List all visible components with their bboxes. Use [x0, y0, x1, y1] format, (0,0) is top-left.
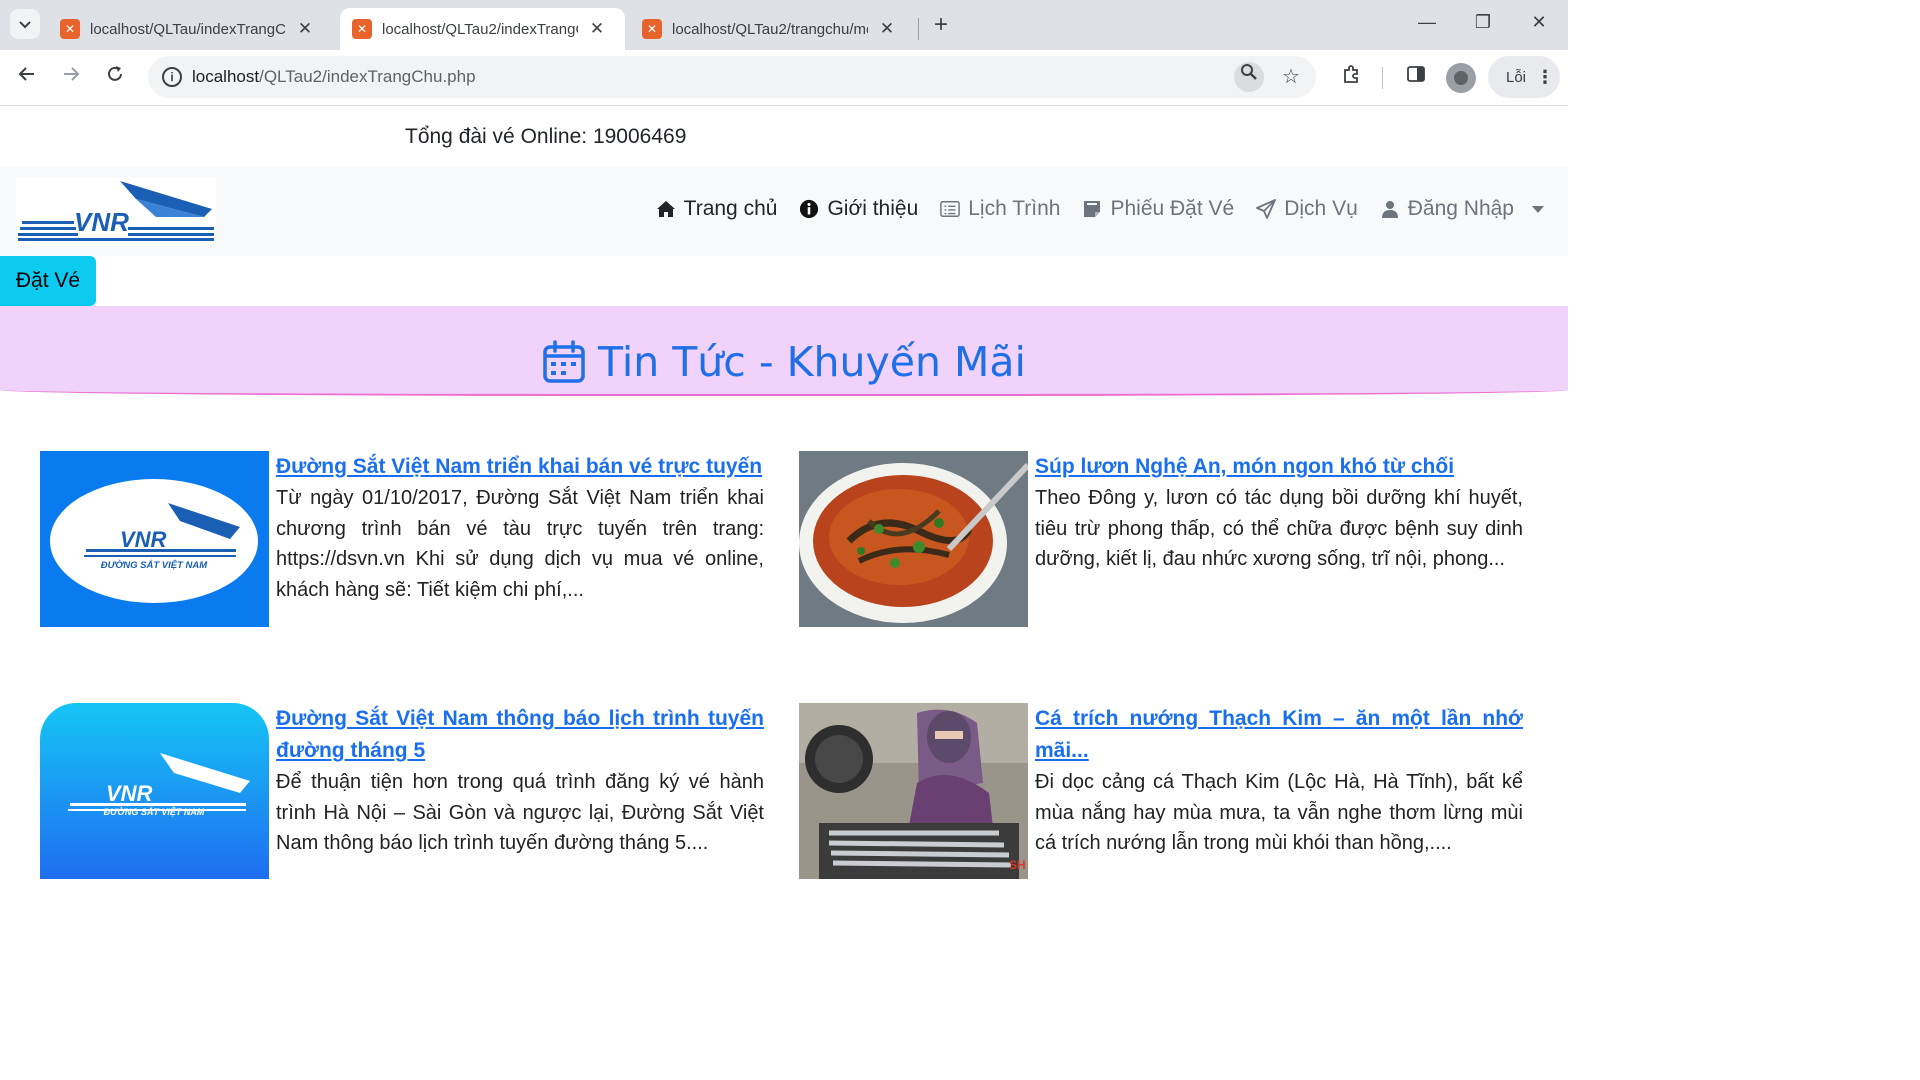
reload-button[interactable] — [101, 64, 129, 92]
extensions-icon[interactable] — [1337, 64, 1365, 92]
minimize-icon[interactable]: — — [1414, 12, 1440, 33]
news-card-body: Cá trích nướng Thạch Kim – ăn một lần nh… — [1035, 703, 1523, 859]
xampp-favicon-icon: ✕ — [352, 19, 372, 39]
nav-item-label: Lịch Trình — [968, 197, 1061, 220]
svg-text:SH: SH — [1009, 858, 1026, 872]
news-excerpt: Để thuận tiện hơn trong quá trình đăng k… — [276, 771, 764, 854]
error-label: Lỗi — [1506, 68, 1527, 86]
dropdown-caret-icon — [1532, 205, 1544, 213]
news-thumbnail-eel-soup[interactable] — [799, 451, 1028, 627]
close-window-icon[interactable]: ✕ — [1526, 12, 1552, 33]
address-bar[interactable]: i localhost/QLTau2/indexTrangChu.php ☆ — [148, 56, 1316, 98]
browser-tab-strip: ✕ localhost/QLTau/indexTrangChu ✕ ✕ loca… — [0, 0, 1568, 50]
browser-tab-2[interactable]: ✕ localhost/QLTau2/indexTrangChu ✕ — [340, 8, 625, 50]
toolbar-divider — [1382, 67, 1383, 89]
nav-item-label: Giới thiệu — [827, 197, 919, 220]
back-button[interactable] — [13, 64, 41, 92]
tab-title: localhost/QLTau2/indexTrangChu — [382, 20, 578, 38]
tab-title: localhost/QLTau/indexTrangChu — [90, 20, 286, 38]
info-icon — [799, 199, 819, 219]
hotline-text: Tổng đài vé Online: 19006469 — [405, 125, 687, 148]
news-card-body: Súp lươn Nghệ An, món ngon khó từ chối T… — [1035, 451, 1523, 575]
site-navbar: VNR Trang chủ Giới thiệu Lịch Trình Phiế… — [0, 167, 1568, 256]
error-menu-chip[interactable]: Lỗi ⋮ — [1488, 56, 1560, 98]
site-logo[interactable]: VNR — [16, 177, 216, 245]
home-icon — [656, 199, 676, 219]
close-icon[interactable]: ✕ — [588, 19, 606, 39]
nav-item-login[interactable]: Đăng Nhập — [1380, 197, 1544, 221]
calendar-icon — [543, 340, 585, 383]
news-card: VNR ĐƯỜNG SẮT VIỆT NAM Đường Sắt Việt Na… — [40, 451, 764, 631]
xampp-favicon-icon: ✕ — [60, 19, 80, 39]
nav-item-label: Phiếu Đặt Vé — [1110, 197, 1235, 220]
url-text: localhost/QLTau2/indexTrangChu.php — [192, 67, 476, 86]
news-card: Súp lươn Nghệ An, món ngon khó từ chối T… — [799, 451, 1523, 631]
close-icon[interactable]: ✕ — [878, 19, 896, 39]
arrow-right-icon — [64, 67, 80, 81]
nav-item-label: Dịch Vụ — [1284, 197, 1358, 220]
tab-title: localhost/QLTau2/trangchu/menu — [672, 20, 868, 38]
news-card-body: Đường Sắt Việt Nam triển khai bán vé trự… — [276, 451, 764, 605]
site-info-icon[interactable]: i — [162, 67, 182, 87]
schedule-icon — [940, 199, 961, 219]
profile-avatar[interactable] — [1446, 63, 1476, 93]
tab-divider — [918, 18, 919, 40]
new-tab-button[interactable]: + — [928, 12, 954, 38]
news-thumbnail-vnr[interactable]: VNR ĐƯỜNG SẮT VIỆT NAM — [40, 451, 269, 627]
bookmark-star-icon[interactable]: ☆ — [1276, 62, 1306, 92]
more-vert-icon: ⋮ — [1536, 67, 1555, 87]
news-headline-link[interactable]: Đường Sắt Việt Nam thông báo lịch trình … — [276, 703, 764, 767]
close-icon[interactable]: ✕ — [296, 19, 314, 39]
send-icon — [1256, 199, 1277, 219]
nav-item-schedule[interactable]: Lịch Trình — [940, 197, 1060, 221]
svg-text:ĐƯỜNG SẮT VIỆT NAM: ĐƯỜNG SẮT VIỆT NAM — [104, 806, 205, 817]
nav-item-label: Trang chủ — [683, 197, 778, 220]
book-ticket-button[interactable]: Đặt Vé — [0, 256, 96, 306]
news-card-body: Đường Sắt Việt Nam thông báo lịch trình … — [276, 703, 764, 859]
news-thumbnail-grilled-fish[interactable]: SH — [799, 703, 1028, 879]
news-excerpt: Theo Đông y, lươn có tác dụng bồi dưỡng … — [1035, 487, 1523, 570]
zoom-icon[interactable] — [1234, 62, 1264, 92]
svg-text:ĐƯỜNG SẮT VIỆT NAM: ĐƯỜNG SẮT VIỆT NAM — [101, 559, 209, 571]
news-headline-link[interactable]: Đường Sắt Việt Nam triển khai bán vé trự… — [276, 451, 764, 483]
svg-text:VNR: VNR — [120, 527, 167, 552]
browser-tab-1[interactable]: ✕ localhost/QLTau/indexTrangChu ✕ — [48, 8, 326, 50]
side-panel-icon[interactable] — [1402, 64, 1430, 92]
avatar-icon — [1454, 71, 1468, 85]
nav-item-services[interactable]: Dịch Vụ — [1256, 197, 1358, 221]
news-section-header: Tin Tức - Khuyến Mãi — [0, 306, 1568, 396]
news-excerpt: Từ ngày 01/10/2017, Đường Sắt Việt Nam t… — [276, 487, 764, 601]
news-headline-link[interactable]: Súp lươn Nghệ An, món ngon khó từ chối — [1035, 451, 1523, 483]
nav-item-tickets[interactable]: Phiếu Đặt Vé — [1082, 197, 1234, 221]
svg-text:VNR: VNR — [106, 781, 153, 806]
browser-tab-3[interactable]: ✕ localhost/QLTau2/trangchu/menu ✕ — [630, 8, 908, 50]
restore-icon[interactable]: ❐ — [1470, 12, 1496, 33]
ticket-icon — [1082, 199, 1102, 219]
news-excerpt: Đi dọc cảng cá Thạch Kim (Lộc Hà, Hà Tĩn… — [1035, 771, 1523, 854]
web-page: Tổng đài vé Online: 19006469 VNR Trang c… — [0, 107, 1568, 882]
logo-text: VNR — [74, 207, 129, 237]
browser-toolbar: i localhost/QLTau2/indexTrangChu.php ☆ L… — [0, 50, 1568, 106]
news-card: SH Cá trích nướng Thạch Kim – ăn một lần… — [799, 703, 1523, 882]
chevron-down-icon — [19, 21, 31, 29]
main-menu: Trang chủ Giới thiệu Lịch Trình Phiếu Đặ… — [656, 197, 1544, 221]
nav-item-label: Đăng Nhập — [1407, 197, 1514, 220]
user-icon — [1380, 199, 1400, 219]
news-headline-link[interactable]: Cá trích nướng Thạch Kim – ăn một lần nh… — [1035, 703, 1523, 767]
forward-button[interactable] — [57, 64, 85, 92]
xampp-favicon-icon: ✕ — [642, 19, 662, 39]
news-title-text: Tin Tức - Khuyến Mãi — [598, 338, 1026, 386]
nav-item-home[interactable]: Trang chủ — [656, 197, 778, 221]
news-section-title: Tin Tức - Khuyến Mãi — [0, 338, 1568, 386]
tab-search-button[interactable] — [10, 9, 40, 39]
news-card: VNR ĐƯỜNG SẮT VIỆT NAM Đường Sắt Việt Na… — [40, 703, 764, 882]
news-thumbnail-vnr-app[interactable]: VNR ĐƯỜNG SẮT VIỆT NAM — [40, 703, 269, 879]
reload-icon — [108, 66, 122, 81]
nav-item-about[interactable]: Giới thiệu — [799, 197, 918, 221]
arrow-left-icon — [18, 67, 34, 81]
